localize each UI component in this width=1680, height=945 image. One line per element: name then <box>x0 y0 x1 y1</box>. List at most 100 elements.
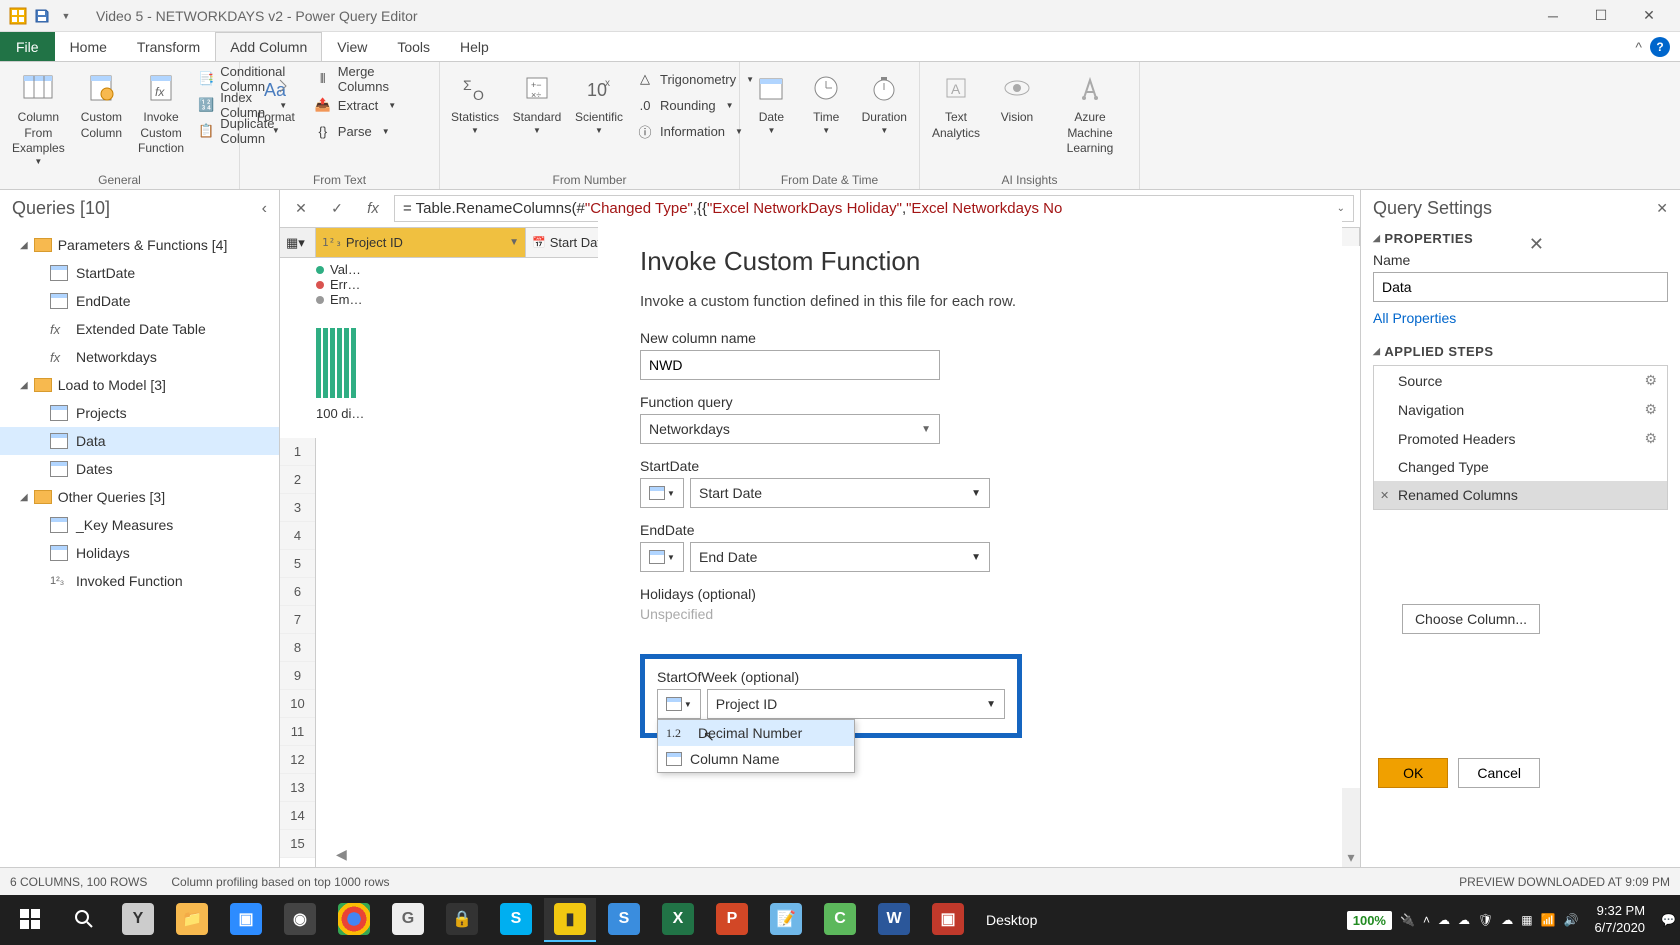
query-item-projects[interactable]: Projects <box>0 399 279 427</box>
query-name-input[interactable] <box>1373 272 1668 302</box>
taskbar-zoom[interactable]: ▣ <box>220 898 272 942</box>
formula-input[interactable]: = Table.RenameColumns(#"Changed Type",{{… <box>394 195 1354 222</box>
tab-transform[interactable]: Transform <box>122 32 215 61</box>
step-navigation[interactable]: Navigation⚙ <box>1374 395 1667 424</box>
taskbar-app-4[interactable]: 🔒 <box>436 898 488 942</box>
taskbar-excel[interactable]: X <box>652 898 704 942</box>
tab-home[interactable]: Home <box>55 32 122 61</box>
date-button[interactable]: Date▼ <box>746 66 797 140</box>
scientific-button[interactable]: 10x Scientific▼ <box>570 66 628 140</box>
query-group-parameters[interactable]: ◢Parameters & Functions [4] <box>0 231 279 259</box>
accept-formula-icon[interactable]: ✓ <box>322 195 352 223</box>
maximize-button[interactable]: ☐ <box>1578 2 1624 30</box>
custom-column-button[interactable]: Custom Column <box>75 66 128 145</box>
tray-wifi-icon[interactable]: 📶 <box>1541 913 1556 927</box>
query-group-load-to-model[interactable]: ◢Load to Model [3] <box>0 371 279 399</box>
tray-notifications-icon[interactable]: 💬 <box>1661 913 1676 927</box>
collapse-queries-icon[interactable]: ‹ <box>262 200 267 218</box>
startdate-column-select[interactable]: Start Date▼ <box>690 478 990 508</box>
row-10[interactable]: 10 <box>280 690 315 718</box>
row-4[interactable]: 4 <box>280 522 315 550</box>
new-column-name-input[interactable] <box>640 350 940 380</box>
start-of-week-column-select[interactable]: Project ID▼ <box>707 689 1005 719</box>
enddate-column-select[interactable]: End Date▼ <box>690 542 990 572</box>
tray-weather-icon[interactable]: ☁ <box>1438 913 1450 927</box>
taskbar-skype[interactable]: S <box>490 898 542 942</box>
row-11[interactable]: 11 <box>280 718 315 746</box>
merge-columns-button[interactable]: ⫴Merge Columns <box>310 66 433 92</box>
qat-dropdown-icon[interactable]: ▼ <box>56 6 76 26</box>
query-item-holidays[interactable]: Holidays <box>0 539 279 567</box>
row-5[interactable]: 5 <box>280 550 315 578</box>
tray-volume-icon[interactable]: 🔊 <box>1563 913 1578 927</box>
settings-close-icon[interactable]: ✕ <box>1656 200 1668 217</box>
query-group-other[interactable]: ◢Other Queries [3] <box>0 483 279 511</box>
row-3[interactable]: 3 <box>280 494 315 522</box>
col-project-id[interactable]: 1²₃Project ID▼ <box>316 228 526 257</box>
extract-button[interactable]: 📤Extract▼ <box>310 92 433 118</box>
taskbar-app-5[interactable]: ▣ <box>922 898 974 942</box>
startdate-type-select[interactable]: ▼ <box>640 478 684 508</box>
tray-up-icon[interactable]: ˄ <box>1423 913 1430 927</box>
cancel-formula-icon[interactable]: ✕ <box>286 195 316 223</box>
tray-onedrive-icon[interactable]: ☁ <box>1501 913 1513 927</box>
vision-button[interactable]: Vision <box>990 66 1044 130</box>
invoke-custom-function-button[interactable]: fx Invoke Custom Function <box>132 66 190 161</box>
query-item-extended-date-table[interactable]: fxExtended Date Table <box>0 315 279 343</box>
scroll-down-icon[interactable]: ▾ <box>1342 849 1360 867</box>
taskbar-app-2[interactable]: ◉ <box>274 898 326 942</box>
taskbar-file-explorer[interactable]: 📁 <box>166 898 218 942</box>
function-query-select[interactable]: Networkdays▼ <box>640 414 940 444</box>
scroll-left-icon[interactable]: ◀ <box>336 846 347 863</box>
file-tab[interactable]: File <box>0 32 55 61</box>
tab-help[interactable]: Help <box>445 32 504 61</box>
all-properties-link[interactable]: All Properties <box>1373 310 1668 326</box>
start-of-week-type-select[interactable]: ▼ 1.2Decimal Number↖ Column Name <box>657 689 701 719</box>
query-item-key-measures[interactable]: _Key Measures <box>0 511 279 539</box>
tray-shield-icon[interactable]: 🛡 <box>1478 913 1493 927</box>
time-button[interactable]: Time▼ <box>801 66 852 140</box>
row-2[interactable]: 2 <box>280 466 315 494</box>
desktop-label[interactable]: Desktop <box>976 912 1047 928</box>
taskbar-camtasia[interactable]: C <box>814 898 866 942</box>
taskbar-word[interactable]: W <box>868 898 920 942</box>
taskbar-app-1[interactable]: Y <box>112 898 164 942</box>
statistics-button[interactable]: ΣO Statistics▼ <box>446 66 504 140</box>
text-analytics-button[interactable]: A Text Analytics <box>926 66 986 145</box>
step-promoted-headers[interactable]: Promoted Headers⚙ <box>1374 424 1667 453</box>
gear-icon[interactable]: ⚙ <box>1644 401 1657 418</box>
query-item-networkdays[interactable]: fxNetworkdays <box>0 343 279 371</box>
taskbar-clock[interactable]: 9:32 PM 6/7/2020 <box>1586 903 1653 937</box>
query-item-startdate[interactable]: StartDate <box>0 259 279 287</box>
column-from-examples-button[interactable]: Column From Examples▼ <box>6 66 71 171</box>
formula-expand-icon[interactable]: ⌄ <box>1337 203 1345 214</box>
query-item-enddate[interactable]: EndDate <box>0 287 279 315</box>
tray-power-icon[interactable]: 🔌 <box>1400 913 1415 927</box>
row-8[interactable]: 8 <box>280 634 315 662</box>
fx-icon[interactable]: fx <box>358 195 388 223</box>
row-13[interactable]: 13 <box>280 774 315 802</box>
format-button[interactable]: Aa Format▼ <box>246 66 306 140</box>
tab-tools[interactable]: Tools <box>382 32 445 61</box>
row-1[interactable]: 1 <box>280 438 315 466</box>
dd-opt-column-name[interactable]: Column Name <box>658 746 854 772</box>
standard-button[interactable]: +−×÷ Standard▼ <box>508 66 566 140</box>
dd-opt-decimal[interactable]: 1.2Decimal Number↖ <box>658 720 854 746</box>
battery-indicator[interactable]: 100% <box>1347 911 1392 930</box>
row-6[interactable]: 6 <box>280 578 315 606</box>
duration-button[interactable]: Duration▼ <box>856 66 913 140</box>
tray-cloud-icon[interactable]: ☁ <box>1458 913 1470 927</box>
row-12[interactable]: 12 <box>280 746 315 774</box>
query-item-invoked-function[interactable]: 1²₃Invoked Function <box>0 567 279 595</box>
query-item-dates[interactable]: Dates <box>0 455 279 483</box>
step-renamed-columns[interactable]: Renamed Columns <box>1374 481 1667 509</box>
taskbar-snagit[interactable]: S <box>598 898 650 942</box>
query-item-data[interactable]: Data <box>0 427 279 455</box>
step-source[interactable]: Source⚙ <box>1374 366 1667 395</box>
tray-app-icon[interactable]: ▦ <box>1521 913 1532 927</box>
close-button[interactable]: ✕ <box>1626 2 1672 30</box>
gear-icon[interactable]: ⚙ <box>1644 430 1657 447</box>
azure-ml-button[interactable]: Azure Machine Learning <box>1048 66 1132 161</box>
taskbar-chrome[interactable] <box>328 898 380 942</box>
collapse-ribbon-icon[interactable]: ^ <box>1635 39 1642 55</box>
